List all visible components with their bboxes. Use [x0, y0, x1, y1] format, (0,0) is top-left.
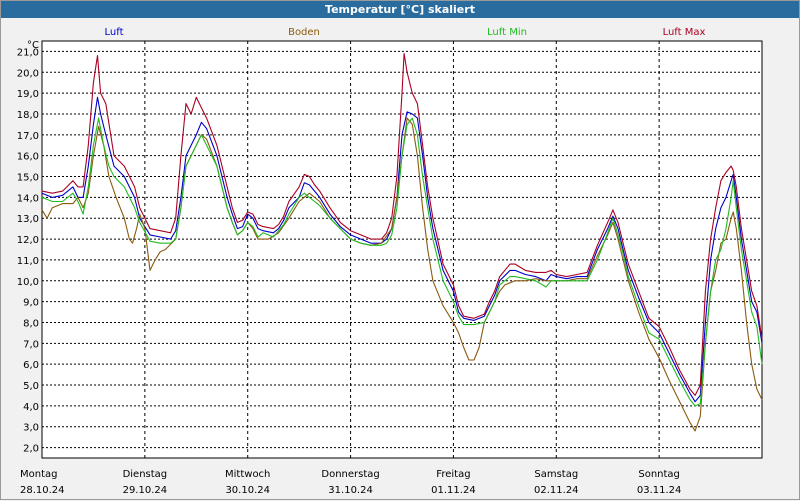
y-tick-label: 20,0	[17, 68, 39, 79]
x-tick-date-label: 02.11.24	[534, 485, 579, 496]
y-tick-label: 6,0	[23, 360, 39, 371]
legend-entry: Boden	[288, 27, 320, 38]
legend-entry: Luft Max	[663, 27, 706, 38]
y-tick-label: 15,0	[17, 173, 39, 184]
y-tick-label: 8,0	[23, 318, 39, 329]
y-tick-label: 16,0	[17, 152, 39, 163]
x-tick-day-label: Freitag	[436, 469, 470, 480]
x-tick-day-label: Samstag	[534, 469, 578, 480]
chart-window: Temperatur [°C] skaliert 2,0 3,0 4,0 5,0 6,0…	[0, 0, 800, 500]
y-tick-label: 10,0	[17, 277, 39, 288]
plot-area	[41, 40, 763, 459]
x-tick-day-label: Montag	[20, 469, 57, 480]
y-tick-label: 12,0	[17, 235, 39, 246]
y-tick-label: 13,0	[17, 214, 39, 225]
x-tick-date-label: 01.11.24	[431, 485, 476, 496]
x-tick-day-label: Donnerstag	[321, 469, 379, 480]
y-tick-label: 9,0	[23, 298, 39, 309]
x-tick-day-label: Dienstag	[123, 469, 168, 480]
x-tick-date-label: 28.10.24	[20, 485, 65, 496]
x-tick-date-label: 03.11.24	[637, 485, 682, 496]
y-tick-label: 18,0	[17, 110, 39, 121]
x-tick-day-label: Sonntag	[638, 469, 680, 480]
y-tick-label: 17,0	[17, 131, 39, 142]
y-tick-label: 2,0	[23, 444, 39, 455]
legend-entry: Luft	[105, 27, 124, 38]
x-tick-date-label: 31.10.24	[328, 485, 373, 496]
x-tick-date-label: 30.10.24	[225, 485, 270, 496]
y-tick-label: 5,0	[23, 381, 39, 392]
y-tick-label: 11,0	[17, 256, 39, 267]
y-tick-label: 14,0	[17, 193, 39, 204]
x-tick-date-label: 29.10.24	[123, 485, 168, 496]
y-tick-label: 19,0	[17, 89, 39, 100]
legend-entry: Luft Min	[487, 27, 527, 38]
temperature-chart: 2,0 3,0 4,0 5,0 6,0 7,0 8,0 9,0 10,0 11,0 12,0 13,0…	[17, 27, 763, 496]
y-tick-label: 3,0	[23, 423, 39, 434]
y-tick-label: 7,0	[23, 339, 39, 350]
y-unit-label: °C	[27, 40, 39, 51]
x-tick-day-label: Mittwoch	[225, 469, 270, 480]
y-tick-label: 4,0	[23, 402, 39, 413]
